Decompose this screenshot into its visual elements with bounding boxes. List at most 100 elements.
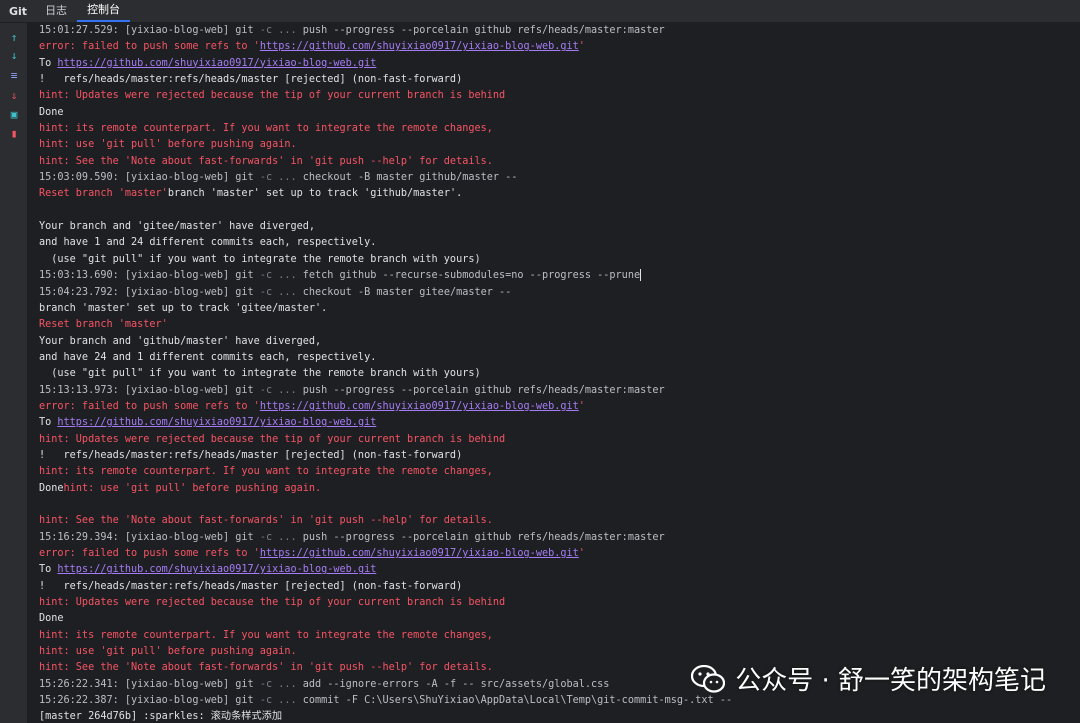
console-text: (use "git pull" if you want to integrate… xyxy=(39,253,481,265)
console-link[interactable]: https://github.com/shuyixiao0917/yixiao-… xyxy=(260,548,579,559)
print-icon[interactable]: ▣ xyxy=(6,108,22,122)
console-text: hint: use 'git pull' before pushing agai… xyxy=(39,646,297,658)
console-line: To https://github.com/shuyixiao0917/yixi… xyxy=(39,56,732,72)
console-text: 15:04:23.792: [yixiao-blog-web] git xyxy=(39,286,260,298)
console-line: hint: Updates were rejected because the … xyxy=(39,88,732,104)
console-text: ! refs/heads/master:refs/heads/master [r… xyxy=(39,580,463,592)
text-caret xyxy=(640,269,642,282)
console-text: ' xyxy=(578,400,585,412)
console-line: ! refs/heads/master:refs/heads/master [r… xyxy=(39,579,732,595)
console-text: hint: Updates were rejected because the … xyxy=(39,90,506,102)
console-output[interactable]: 15:01:27.529: [yixiao-blog-web] git -c .… xyxy=(28,23,1080,723)
console-text: ' xyxy=(578,41,585,53)
console-text: 15:03:09.590: [yixiao-blog-web] git xyxy=(39,172,260,184)
console-text: hint: use 'git pull' before pushing agai… xyxy=(39,139,297,151)
watermark: 公众号 · 舒一笑的架构笔记 xyxy=(691,660,1046,697)
tab-log[interactable]: 日志 xyxy=(35,0,77,22)
tool-window-title: Git xyxy=(9,4,28,18)
tab-console[interactable]: 控制台 xyxy=(77,0,131,22)
tool-window-header: Git 日志 控制台 xyxy=(0,0,1080,23)
console-line: (use "git pull" if you want to integrate… xyxy=(39,252,732,268)
console-text: -c ... xyxy=(259,695,303,707)
scroll-to-end-icon[interactable]: ⇓ xyxy=(6,89,22,103)
console-text: error: failed to push some refs to ' xyxy=(39,548,260,559)
console-line: 15:26:22.341: [yixiao-blog-web] git -c .… xyxy=(39,677,732,693)
arrow-up-icon[interactable]: ↑ xyxy=(6,31,22,45)
console-line: and have 24 and 1 different commits each… xyxy=(39,350,732,366)
console-text: branch 'master' set up to track 'gitee/m… xyxy=(39,302,328,314)
console-text: Done xyxy=(39,106,64,118)
console-line: Done xyxy=(39,611,732,627)
console-text: push --progress --porcelain github refs/… xyxy=(302,531,665,543)
console-text: and have 1 and 24 different commits each… xyxy=(39,237,377,249)
console-line: Reset branch 'master'branch 'master' set… xyxy=(39,186,732,202)
console-text: hint: Updates were rejected because the … xyxy=(39,597,506,609)
arrow-down-icon[interactable]: ↓ xyxy=(6,49,22,63)
console-text: Done xyxy=(39,482,64,494)
console-line: 15:03:09.590: [yixiao-blog-web] git -c .… xyxy=(39,170,732,186)
console-line: Done xyxy=(39,105,732,121)
console-line: hint: its remote counterpart. If you wan… xyxy=(39,121,732,137)
console-line: 15:04:23.792: [yixiao-blog-web] git -c .… xyxy=(39,285,732,301)
console-line: error: failed to push some refs to 'http… xyxy=(39,39,732,55)
console-text: -c ... xyxy=(259,25,303,36)
console-text: 15:26:22.387: [yixiao-blog-web] git xyxy=(39,695,260,707)
console-text: hint: See the 'Note about fast-forwards'… xyxy=(39,662,493,674)
console-text: error: failed to push some refs to ' xyxy=(39,41,260,53)
console-line: ! refs/heads/master:refs/heads/master [r… xyxy=(39,72,732,88)
console-text: Your branch and 'github/master' have div… xyxy=(39,335,322,347)
console-link[interactable]: https://github.com/shuyixiao0917/yixiao-… xyxy=(57,58,376,69)
console-line: Donehint: use 'git pull' before pushing … xyxy=(39,481,732,497)
console-text: 15:26:22.341: [yixiao-blog-web] git xyxy=(39,678,260,690)
console-text: -c ... xyxy=(259,384,303,396)
console-text: error: failed to push some refs to ' xyxy=(39,400,260,412)
console-text: push --progress --porcelain github refs/… xyxy=(302,25,665,36)
clear-trash-icon[interactable]: ▮ xyxy=(6,127,22,141)
console-line: Your branch and 'github/master' have div… xyxy=(39,334,732,350)
console-line: hint: Updates were rejected because the … xyxy=(39,595,732,611)
console-line: hint: its remote counterpart. If you wan… xyxy=(39,464,732,480)
console-text: hint: its remote counterpart. If you wan… xyxy=(39,466,493,478)
console-line: Your branch and 'gitee/master' have dive… xyxy=(39,219,732,235)
console-text: hint: See the 'Note about fast-forwards'… xyxy=(39,515,493,527)
soft-wrap-icon[interactable]: ≡ xyxy=(6,69,22,83)
console-lines: 15:01:27.529: [yixiao-blog-web] git -c .… xyxy=(39,23,732,723)
console-text: [master 264d76b] :sparkles: 滚动条样式添加 xyxy=(39,711,283,723)
console-line: 15:16:29.394: [yixiao-blog-web] git -c .… xyxy=(39,530,732,546)
wechat-icon xyxy=(691,664,726,693)
console-text: branch 'master' set up to track 'github/… xyxy=(167,188,463,200)
console-text: ! refs/heads/master:refs/heads/master [r… xyxy=(39,74,463,86)
console-line: hint: See the 'Note about fast-forwards'… xyxy=(39,513,732,529)
console-text: Done xyxy=(39,613,64,625)
console-text: Reset branch 'master' xyxy=(39,188,168,200)
console-line: hint: use 'git pull' before pushing agai… xyxy=(39,137,732,153)
console-text: and have 24 and 1 different commits each… xyxy=(39,351,377,363)
console-text: To xyxy=(39,417,58,429)
console-text: hint: its remote counterpart. If you wan… xyxy=(39,629,493,641)
console-line: To https://github.com/shuyixiao0917/yixi… xyxy=(39,562,732,578)
console-text: checkout -B master gitee/master -- xyxy=(302,286,512,298)
console-text: -c ... xyxy=(259,678,303,690)
console-text: -c ... xyxy=(259,286,303,298)
console-text: ! refs/heads/master:refs/heads/master [r… xyxy=(39,449,463,461)
console-toolbar: ↑ ↓ ≡ ⇓ ▣ ▮ xyxy=(0,23,28,723)
console-text: hint: its remote counterpart. If you wan… xyxy=(39,123,493,135)
console-text: To xyxy=(39,564,58,576)
console-link[interactable]: https://github.com/shuyixiao0917/yixiao-… xyxy=(57,417,376,428)
console-text: -c ... xyxy=(259,270,303,282)
console-text: checkout -B master github/master -- xyxy=(302,172,518,184)
console-link[interactable]: https://github.com/shuyixiao0917/yixiao-… xyxy=(57,564,376,575)
console-text: -c ... xyxy=(259,531,303,543)
console-text: push --progress --porcelain github refs/… xyxy=(302,384,665,396)
console-line: hint: See the 'Note about fast-forwards'… xyxy=(39,154,732,170)
console-line: and have 1 and 24 different commits each… xyxy=(39,235,732,251)
console-link[interactable]: https://github.com/shuyixiao0917/yixiao-… xyxy=(260,401,579,412)
console-text: -c ... xyxy=(259,172,303,184)
console-link[interactable]: https://github.com/shuyixiao0917/yixiao-… xyxy=(260,41,579,52)
console-line: hint: use 'git pull' before pushing agai… xyxy=(39,644,732,660)
console-text: 15:13:13.973: [yixiao-blog-web] git xyxy=(39,384,260,396)
console-line: error: failed to push some refs to 'http… xyxy=(39,399,732,415)
console-line: 15:03:13.690: [yixiao-blog-web] git -c .… xyxy=(39,268,732,284)
